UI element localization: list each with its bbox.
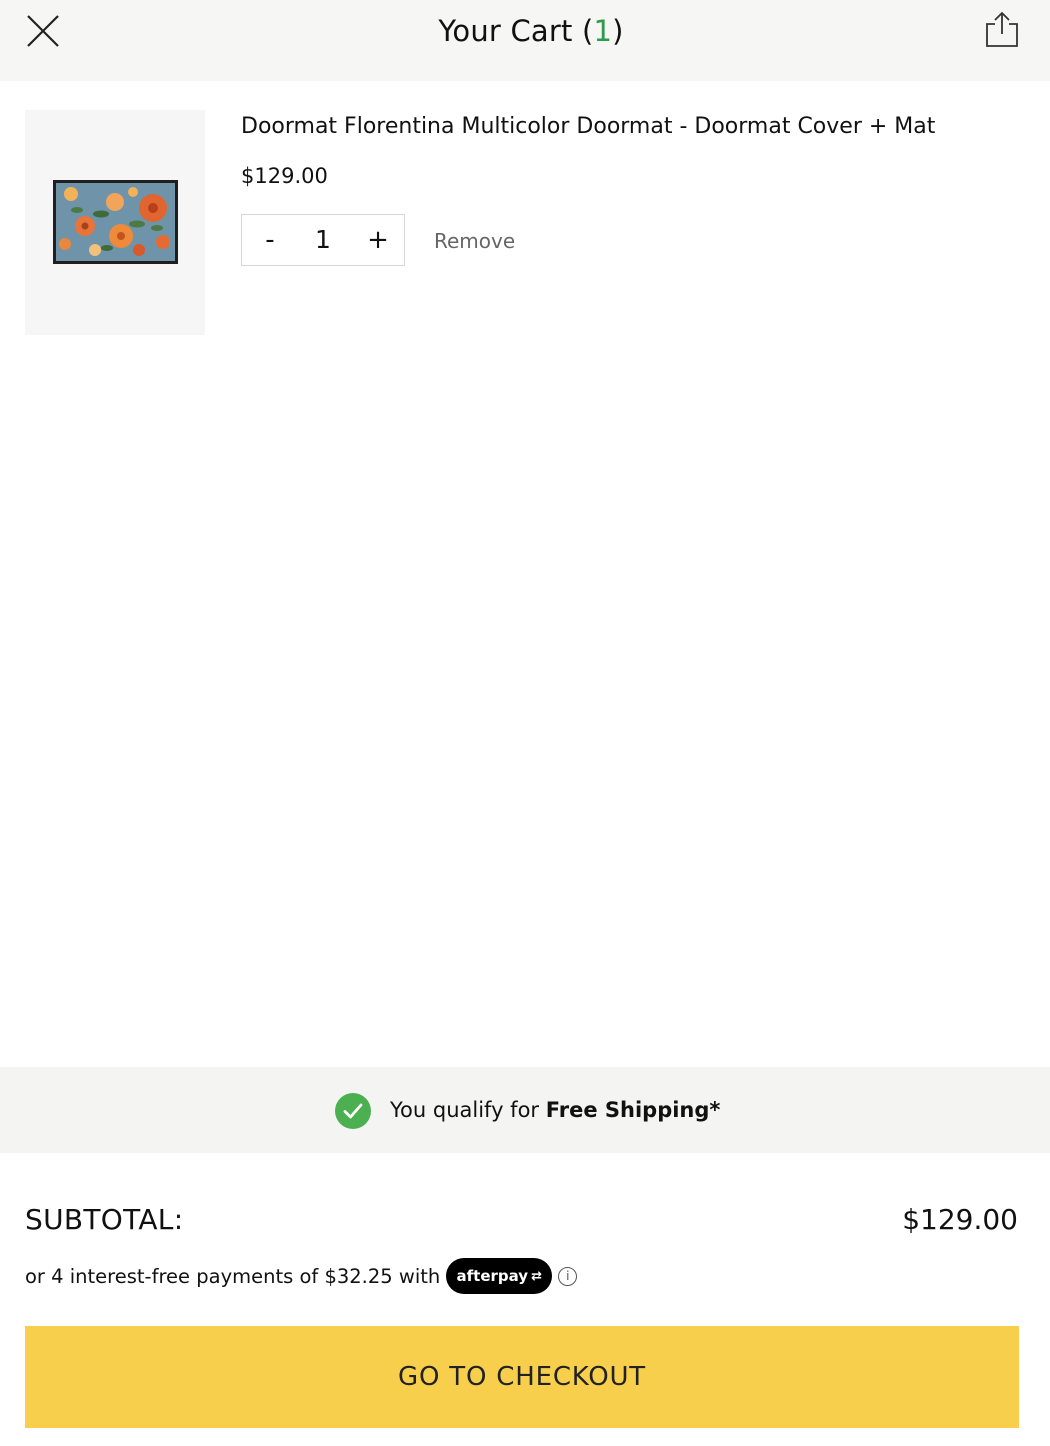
afterpay-badge[interactable]: afterpay ⇄ bbox=[446, 1258, 553, 1294]
afterpay-label: afterpay bbox=[456, 1267, 529, 1285]
cart-header: Your Cart (1) bbox=[0, 0, 1050, 81]
remove-item-link[interactable]: Remove bbox=[434, 229, 515, 253]
installments-text: or 4 interest-free payments of $32.25 wi… bbox=[25, 1264, 441, 1288]
check-circle-icon bbox=[335, 1093, 371, 1129]
quantity-value[interactable]: 1 bbox=[302, 215, 344, 265]
increase-quantity-button[interactable]: + bbox=[358, 215, 398, 265]
decrease-quantity-button[interactable]: - bbox=[250, 215, 290, 265]
title-prefix: Your Cart ( bbox=[438, 14, 594, 48]
share-button[interactable] bbox=[982, 10, 1022, 50]
info-icon[interactable]: i bbox=[558, 1266, 578, 1286]
free-shipping-text: You qualify for Free Shipping* bbox=[390, 1098, 720, 1122]
share-icon bbox=[986, 11, 1018, 47]
quantity-stepper: - 1 + bbox=[241, 214, 405, 266]
subtotal-label: SUBTOTAL: bbox=[25, 1203, 184, 1236]
product-name[interactable]: Doormat Florentina Multicolor Doormat - … bbox=[241, 114, 935, 139]
subtotal-value: $129.00 bbox=[902, 1203, 1018, 1236]
free-shipping-banner: You qualify for Free Shipping* bbox=[0, 1067, 1050, 1153]
free-shipping-bold: Free Shipping* bbox=[545, 1098, 721, 1122]
title-suffix: ) bbox=[612, 14, 624, 48]
page-title: Your Cart (1) bbox=[0, 14, 1050, 48]
floral-doormat-image bbox=[53, 180, 178, 264]
afterpay-row: or 4 interest-free payments of $32.25 wi… bbox=[25, 1258, 578, 1294]
free-shipping-prefix: You qualify for bbox=[390, 1098, 546, 1122]
product-price: $129.00 bbox=[241, 164, 328, 188]
cart-count: 1 bbox=[593, 14, 613, 48]
product-image[interactable] bbox=[25, 110, 205, 335]
checkout-button[interactable]: GO TO CHECKOUT bbox=[25, 1326, 1019, 1428]
afterpay-arrows-icon: ⇄ bbox=[531, 1268, 542, 1284]
